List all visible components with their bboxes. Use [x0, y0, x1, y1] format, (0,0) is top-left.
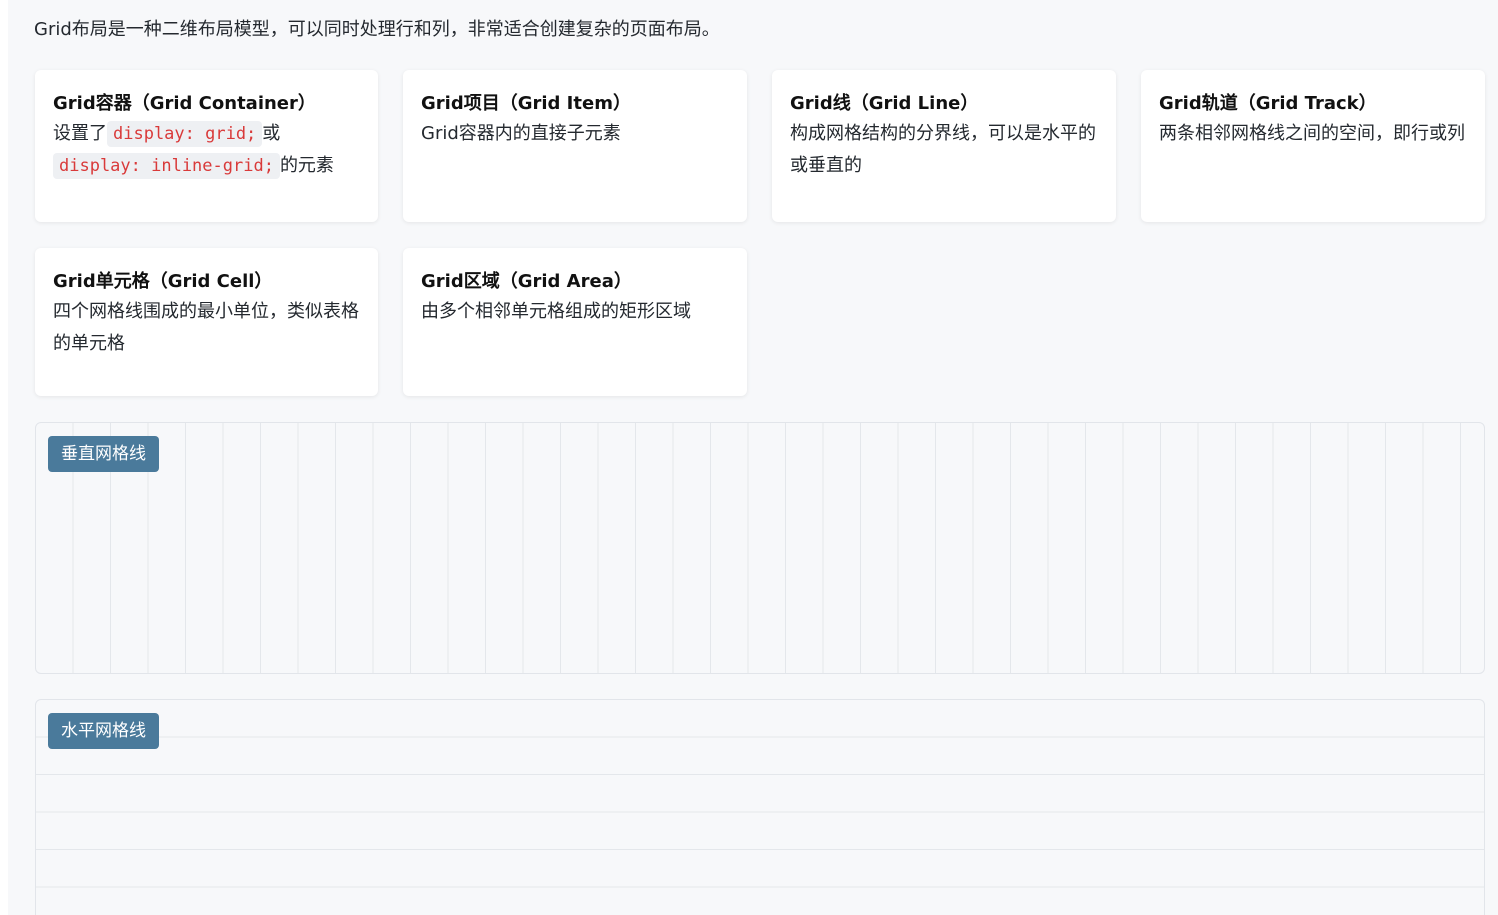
card-title: Grid区域（Grid Area）: [421, 271, 632, 292]
desc-text: 设置了: [53, 123, 107, 144]
vertical-grid-lines-label: 垂直网格线: [48, 436, 159, 472]
desc-text: 或: [262, 123, 281, 144]
horizontal-grid-lines-label: 水平网格线: [48, 713, 159, 749]
card-grid-track: Grid轨道（Grid Track） 两条相邻网格线之间的空间，即行或列: [1141, 70, 1485, 222]
desc-text: 的元素: [279, 155, 334, 176]
card-grid-item: Grid项目（Grid Item） Grid容器内的直接子元素: [403, 70, 747, 222]
card-grid-cell: Grid单元格（Grid Cell） 四个网格线围成的最小单位，类似表格的单元格: [35, 248, 378, 396]
card-description: 设置了 display: grid; 或 display: inline-grid; 的…: [53, 118, 360, 182]
card-description: 由多个相邻单元格组成的矩形区域: [421, 301, 691, 322]
horizontal-grid-lines-demo: 水平网格线: [35, 699, 1485, 915]
page-container: Grid布局是一种二维布局模型，可以同时处理行和列，非常适合创建复杂的页面布局。…: [8, 0, 1498, 915]
card-description: Grid容器内的直接子元素: [421, 123, 621, 144]
card-grid-area: Grid区域（Grid Area） 由多个相邻单元格组成的矩形区域: [403, 248, 747, 396]
card-description: 两条相邻网格线之间的空间，即行或列: [1159, 123, 1465, 144]
card-grid-container: Grid容器（Grid Container） 设置了 display: grid;…: [35, 70, 378, 222]
intro-text: Grid布局是一种二维布局模型，可以同时处理行和列，非常适合创建复杂的页面布局。: [34, 19, 720, 40]
card-title: Grid单元格（Grid Cell）: [53, 271, 273, 292]
card-title: Grid轨道（Grid Track）: [1159, 93, 1377, 114]
card-title: Grid线（Grid Line）: [790, 93, 979, 114]
card-description: 四个网格线围成的最小单位，类似表格的单元格: [53, 301, 359, 354]
card-grid-line: Grid线（Grid Line） 构成网格结构的分界线，可以是水平的或垂直的: [772, 70, 1116, 222]
card-title: Grid容器（Grid Container）: [53, 93, 316, 114]
vertical-grid-lines-demo: 垂直网格线: [35, 422, 1485, 674]
card-description: 构成网格结构的分界线，可以是水平的或垂直的: [790, 123, 1096, 176]
card-title: Grid项目（Grid Item）: [421, 93, 631, 114]
code-display-grid: display: grid;: [107, 121, 263, 147]
code-display-inline-grid: display: inline-grid;: [53, 153, 280, 179]
